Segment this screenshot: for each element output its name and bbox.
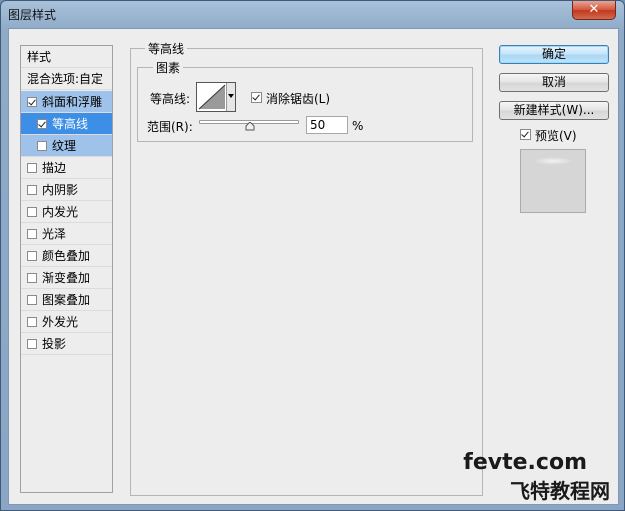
style-preview-swatch (520, 149, 586, 213)
layer-style-dialog: 图层样式 ✕ 样式 混合选项:自定 斜面和浮雕 等高线 纹理 描边 内阴影 内发… (0, 0, 625, 511)
style-list-header[interactable]: 样式 (21, 46, 112, 68)
style-item-label: 描边 (42, 161, 67, 175)
checkbox-gradient-overlay[interactable] (27, 272, 37, 283)
style-item-bevel-emboss[interactable]: 斜面和浮雕 (21, 91, 112, 113)
checkbox-pattern-overlay[interactable] (27, 294, 37, 305)
anti-alias-checkbox[interactable] (251, 92, 262, 103)
close-icon: ✕ (588, 2, 600, 17)
contour-group-title: 等高线 (145, 40, 188, 57)
style-list: 样式 混合选项:自定 斜面和浮雕 等高线 纹理 描边 内阴影 内发光 光泽 颜色… (20, 45, 113, 493)
style-item-satin[interactable]: 光泽 (21, 223, 112, 245)
style-item-inner-shadow[interactable]: 内阴影 (21, 179, 112, 201)
style-item-inner-glow[interactable]: 内发光 (21, 201, 112, 223)
checkbox-inner-glow[interactable] (27, 206, 37, 217)
new-style-button[interactable]: 新建样式(W)... (499, 101, 609, 120)
window-title: 图层样式 (8, 8, 57, 22)
preview-label: 预览(V) (535, 129, 577, 143)
contour-dropdown-arrow-icon[interactable] (227, 83, 235, 111)
style-item-label: 颜色叠加 (42, 249, 91, 263)
style-item-label: 光泽 (42, 227, 67, 241)
style-item-drop-shadow[interactable]: 投影 (21, 333, 112, 355)
preview-checkbox[interactable] (520, 129, 531, 140)
style-item-contour[interactable]: 等高线 (21, 113, 112, 135)
blend-options-item[interactable]: 混合选项:自定 (21, 68, 112, 90)
anti-alias-label: 消除锯齿(L) (266, 92, 331, 106)
checkbox-satin[interactable] (27, 228, 37, 239)
checkbox-outer-glow[interactable] (27, 316, 37, 327)
style-item-outer-glow[interactable]: 外发光 (21, 311, 112, 333)
style-item-label: 渐变叠加 (42, 271, 91, 285)
style-item-label: 图案叠加 (42, 293, 91, 307)
contour-preview (197, 83, 227, 111)
checkbox-texture[interactable] (37, 140, 47, 151)
range-input[interactable]: 50 (306, 116, 348, 134)
linear-contour-icon (198, 84, 226, 110)
range-unit: % (352, 119, 364, 133)
style-item-gradient-overlay[interactable]: 渐变叠加 (21, 267, 112, 289)
checkbox-drop-shadow[interactable] (27, 338, 37, 349)
checkbox-contour[interactable] (37, 118, 47, 129)
dialog-client-area: 样式 混合选项:自定 斜面和浮雕 等高线 纹理 描边 内阴影 内发光 光泽 颜色… (8, 28, 619, 505)
cancel-button[interactable]: 取消 (499, 73, 609, 92)
style-item-label: 等高线 (52, 117, 89, 131)
style-item-label: 内发光 (42, 205, 79, 219)
checkbox-color-overlay[interactable] (27, 250, 37, 261)
watermark-domain: fevte.com (463, 450, 587, 475)
elements-group-title: 图素 (153, 59, 184, 76)
style-item-color-overlay[interactable]: 颜色叠加 (21, 245, 112, 267)
style-item-label: 纹理 (52, 139, 77, 153)
title-bar[interactable]: 图层样式 ✕ (1, 1, 624, 25)
style-item-label: 内阴影 (42, 183, 79, 197)
style-item-stroke[interactable]: 描边 (21, 157, 112, 179)
range-slider-thumb[interactable] (245, 122, 255, 131)
style-item-texture[interactable]: 纹理 (21, 135, 112, 157)
contour-label: 等高线: (150, 92, 191, 106)
style-item-label: 投影 (42, 337, 67, 351)
checkbox-inner-shadow[interactable] (27, 184, 37, 195)
checkbox-stroke[interactable] (27, 162, 37, 173)
style-list-header-label: 样式 (27, 50, 52, 64)
ok-button[interactable]: 确定 (499, 45, 609, 64)
contour-picker[interactable] (196, 82, 236, 112)
watermark-site-name: 飞特教程网 (510, 479, 610, 503)
style-item-label: 斜面和浮雕 (42, 95, 103, 109)
range-label: 范围(R): (147, 120, 193, 134)
close-button[interactable]: ✕ (572, 1, 616, 20)
style-item-label: 外发光 (42, 315, 79, 329)
checkbox-bevel-emboss[interactable] (27, 96, 37, 107)
blend-options-label: 混合选项:自定 (27, 72, 104, 86)
style-item-pattern-overlay[interactable]: 图案叠加 (21, 289, 112, 311)
